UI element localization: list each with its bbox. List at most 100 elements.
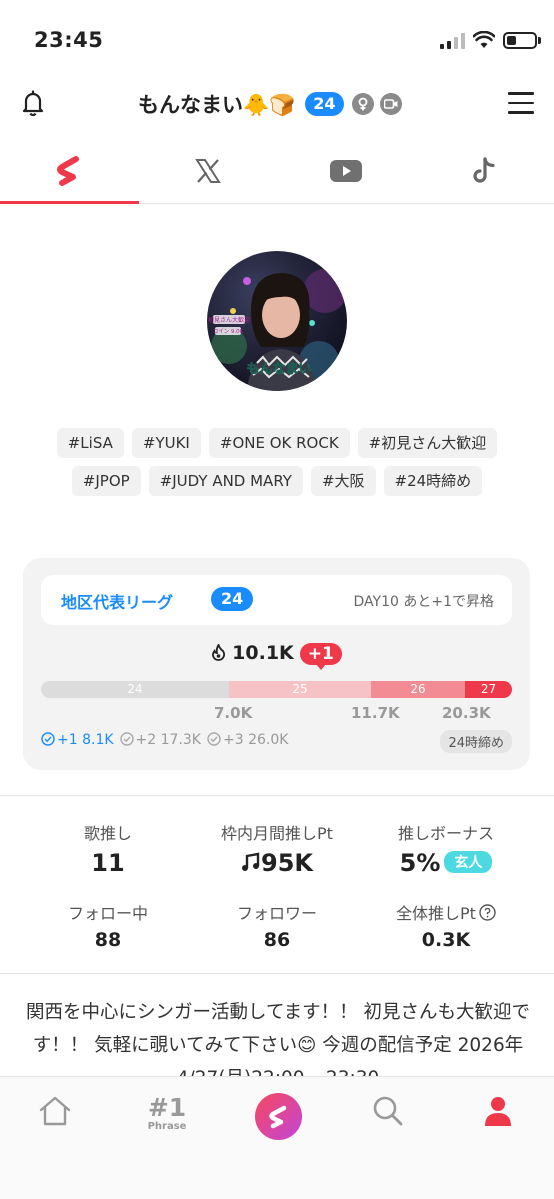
wifi-icon	[473, 31, 495, 48]
rank-change-badge: +1	[299, 643, 342, 670]
divider	[0, 973, 554, 974]
help-icon[interactable]	[479, 904, 496, 921]
league-score: 10.1K	[232, 642, 294, 664]
stat-value: 88	[94, 929, 122, 951]
deadline-chip: 24時締め	[440, 730, 512, 753]
hashtag-chip[interactable]: #LiSA	[56, 428, 124, 458]
league-day-info: DAY10 あと+1で昇格	[353, 594, 494, 610]
profile-title: もんなまい🐥🍞 24	[138, 88, 402, 120]
hashtag-chip[interactable]: #初見さん大歓迎	[357, 428, 498, 458]
hashtag-chip[interactable]: #JUDY AND MARY	[148, 466, 303, 496]
tiktok-icon	[473, 156, 495, 183]
rank-segment: 24	[41, 681, 229, 698]
profile-bio: 関西を中心にシンガー活動してます！！ 初見さんも大歓迎です！！ 気軽に覗いてみて…	[26, 1002, 530, 1076]
stat-label: 歌推し	[83, 824, 132, 843]
nav-center-app-button[interactable]	[255, 1093, 302, 1140]
tab-youtube[interactable]	[277, 138, 416, 203]
home-icon	[39, 1096, 71, 1126]
avatar-signature: もんなまい	[246, 362, 311, 377]
user-icon	[485, 1097, 511, 1126]
stat-label: 全体推しPt	[396, 904, 476, 923]
hashtag-chip[interactable]: #JPOP	[71, 466, 141, 496]
stat-label: 推しボーナス	[397, 824, 494, 843]
phrase-rank: #1	[147, 1093, 187, 1122]
hashtag-chip[interactable]: #ONE OK ROCK	[208, 428, 350, 458]
stat-value: 11	[91, 849, 125, 877]
promotion-target: +3 26.0K	[207, 732, 288, 748]
status-time: 23:45	[34, 28, 104, 52]
search-icon	[373, 1096, 403, 1126]
battery-icon	[503, 32, 537, 49]
promotion-target: +1 8.1K	[41, 732, 114, 748]
league-header[interactable]: 地区代表リーグ 24 DAY10 あと+1で昇格	[41, 575, 512, 625]
profile-avatar[interactable]: 初見さん大歓迎 コイン 9.0K もんなまい	[207, 251, 347, 391]
tier-badge: 玄人	[444, 851, 493, 873]
video-icon	[379, 93, 402, 115]
avatar-illustration: 初見さん大歓迎 コイン 9.0K もんなまい	[208, 269, 347, 391]
hashtag-list: #LiSA #YUKI #ONE OK ROCK #初見さん大歓迎 #JPOP …	[20, 428, 534, 496]
league-progress-bar: 24 25 26 27	[41, 681, 512, 698]
stat-value-row: 95K	[187, 849, 367, 877]
league-card[interactable]: 地区代表リーグ 24 DAY10 あと+1で昇格 10.1K +1 24 25 2…	[23, 558, 530, 770]
threshold-label: 11.7K	[351, 704, 400, 722]
stat-value: 0.3K	[421, 929, 471, 951]
stat-label: フォロー中	[67, 904, 148, 923]
stat-monthly-pt[interactable]: 枠内月間推しPt 95K	[187, 820, 367, 877]
avatar-text-1: 初見さん大歓迎	[208, 316, 250, 324]
stat-bonus[interactable]: 推しボーナス 5% 玄人	[356, 820, 536, 877]
bell-icon[interactable]	[18, 88, 48, 118]
nav-profile[interactable]	[468, 1095, 528, 1151]
app-logo-icon	[268, 1105, 286, 1128]
check-circle-icon	[207, 732, 221, 746]
profile-name: もんなまい🐥🍞	[138, 93, 296, 117]
league-rank-badge: 24	[211, 587, 254, 611]
bottom-nav: #1 Phrase	[0, 1076, 554, 1199]
profile-header: もんなまい🐥🍞 24	[0, 78, 554, 130]
stat-song-oshi[interactable]: 歌推し 11	[18, 820, 198, 877]
stat-label: フォロワー	[236, 904, 317, 923]
rank-segment: 25	[229, 681, 371, 698]
status-bar: 23:45	[0, 0, 554, 72]
divider	[0, 795, 554, 796]
stat-followers[interactable]: フォロワー 86	[187, 900, 367, 951]
stat-following[interactable]: フォロー中 88	[18, 900, 198, 951]
tab-tiktok[interactable]	[416, 138, 554, 203]
battery-cap	[538, 37, 541, 44]
rank-segment: 27	[465, 681, 512, 698]
rank-segment: 26	[371, 681, 465, 698]
threshold-label: 7.0K	[214, 704, 253, 722]
promotion-targets: +1 8.1K +2 17.3K +3 26.0K	[41, 732, 288, 748]
tab-app[interactable]	[0, 138, 139, 204]
league-score-row: 10.1K +1	[23, 642, 530, 670]
league-title: 地区代表リーグ	[61, 593, 174, 612]
nav-home[interactable]	[25, 1095, 85, 1151]
x-icon	[194, 158, 221, 183]
stat-total-pt[interactable]: 全体推しPt 0.3K	[356, 900, 536, 951]
phrase-label: Phrase	[147, 1121, 187, 1132]
count-badge: 24	[305, 92, 344, 116]
female-icon	[351, 93, 374, 115]
cellular-signal-icon	[440, 33, 465, 49]
stat-value-row: 5% 玄人	[356, 849, 536, 877]
menu-icon[interactable]	[508, 92, 534, 114]
hashtag-chip[interactable]: #24時締め	[383, 466, 483, 496]
social-tabs	[0, 138, 554, 204]
hashtag-chip[interactable]: #YUKI	[131, 428, 201, 458]
app-logo-icon	[57, 155, 80, 186]
threshold-label: 20.3K	[442, 704, 491, 722]
check-circle-icon	[41, 732, 55, 746]
nav-search[interactable]	[358, 1095, 418, 1151]
promotion-target: +2 17.3K	[119, 732, 201, 748]
avatar-text-2: コイン 9.0K	[213, 328, 244, 335]
flame-icon	[212, 644, 226, 661]
music-note-icon	[242, 852, 260, 871]
stat-label: 枠内月間推しPt	[221, 824, 333, 843]
tab-x[interactable]	[139, 138, 278, 203]
stat-value: 95K	[261, 849, 313, 877]
stat-value: 5%	[399, 849, 441, 877]
check-circle-icon	[119, 732, 134, 746]
stat-value: 86	[263, 929, 291, 951]
youtube-icon	[330, 159, 363, 182]
hashtag-chip[interactable]: #大阪	[310, 466, 376, 496]
nav-phrase[interactable]: #1 Phrase	[137, 1095, 197, 1151]
